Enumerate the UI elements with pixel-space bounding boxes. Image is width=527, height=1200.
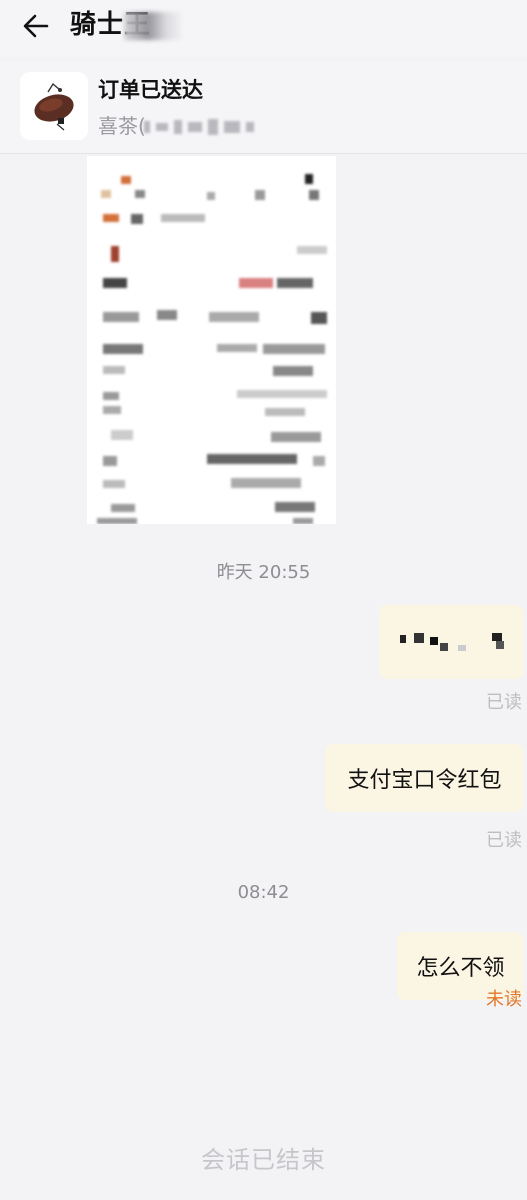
order-status: 订单已送达 — [98, 78, 203, 102]
back-arrow-icon — [23, 14, 49, 38]
timestamp: 08:42 — [237, 882, 290, 903]
message-bubble-redacted[interactable] — [379, 605, 524, 679]
unread-receipt: 未读 — [486, 989, 522, 1010]
read-receipt: 已读 — [486, 692, 522, 713]
session-ended-label: 会话已结束 — [201, 1146, 326, 1174]
order-card[interactable]: 订单已送达 喜茶( — [0, 62, 527, 154]
message-bubble[interactable]: 支付宝口令红包 — [325, 744, 524, 812]
redacted-content — [399, 633, 504, 651]
shop-name-redaction — [144, 116, 284, 138]
top-bar: 骑士王 — [0, 0, 527, 56]
image-message[interactable] — [87, 156, 336, 524]
shop-name: 喜茶( — [98, 114, 146, 138]
cake-product-icon — [34, 82, 74, 131]
read-receipt: 已读 — [486, 830, 522, 851]
timestamp: 昨天 20:55 — [216, 562, 311, 583]
order-thumbnail — [20, 72, 88, 140]
title-redaction — [124, 12, 184, 40]
back-button[interactable] — [18, 8, 54, 44]
